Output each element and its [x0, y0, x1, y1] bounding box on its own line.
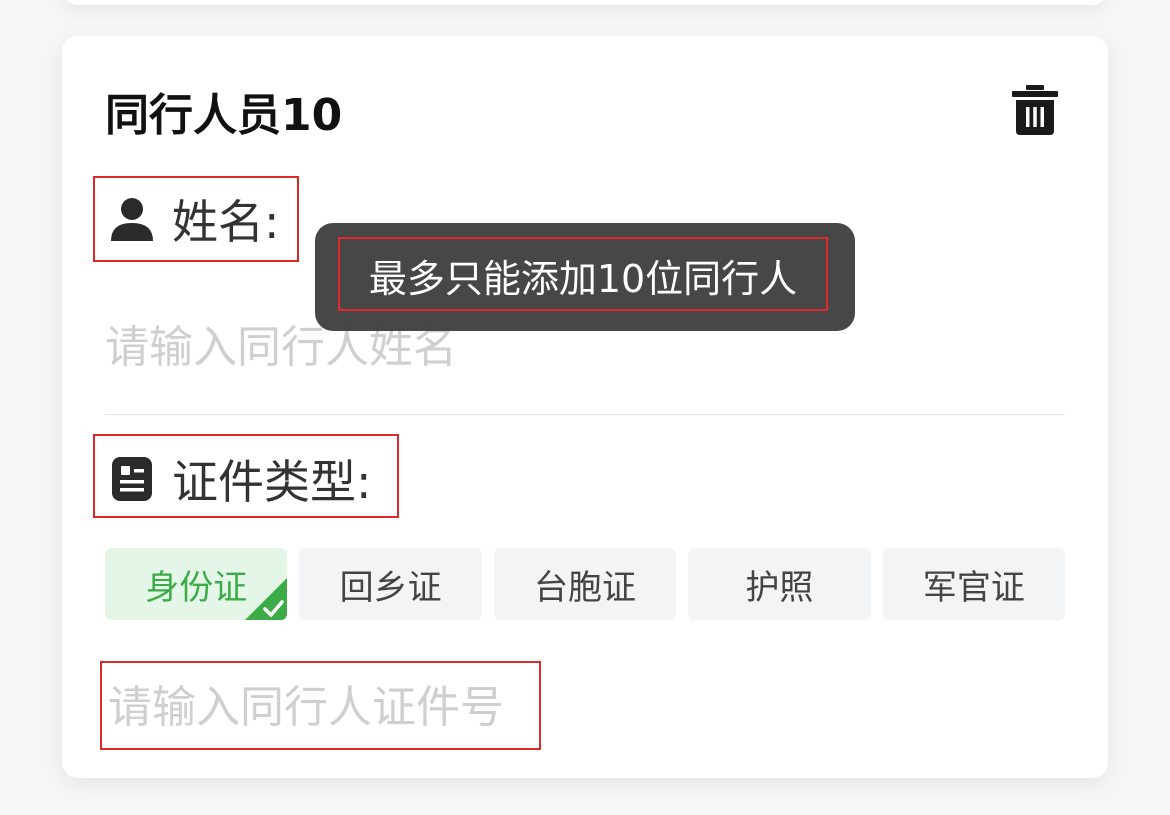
id-number-input[interactable] — [108, 676, 1058, 738]
id-type-label-text: 证件类型: — [172, 455, 372, 509]
toast-message: 最多只能添加10位同行人 — [368, 256, 798, 301]
person-icon — [108, 195, 156, 243]
id-type-option-label: 身份证 — [145, 567, 248, 608]
trash-icon[interactable] — [1012, 85, 1058, 135]
id-type-option-passport[interactable]: 护照 — [688, 548, 871, 620]
id-type-option-id-card[interactable]: 身份证 — [105, 548, 288, 620]
id-type-option-officer-card[interactable]: 军官证 — [882, 548, 1066, 620]
divider — [105, 414, 1065, 415]
id-type-option-label: 军官证 — [922, 567, 1025, 608]
previous-companion-card — [62, 0, 1108, 5]
id-type-option-label: 回乡证 — [339, 567, 442, 608]
check-corner-icon — [245, 578, 288, 620]
id-type-label: 证件类型: — [108, 448, 372, 510]
id-type-option-label: 台胞证 — [534, 567, 637, 608]
companion-title: 同行人员10 — [105, 90, 343, 141]
id-type-option-label: 护照 — [745, 567, 814, 608]
id-type-option-taiwan-compatriot-permit[interactable]: 台胞证 — [493, 548, 677, 620]
id-type-options: 身份证 回乡证 台胞证 护照 军官证 — [105, 548, 1066, 620]
name-label-text: 姓名: — [172, 195, 280, 249]
id-card-icon — [108, 455, 156, 503]
name-label: 姓名: — [108, 188, 280, 250]
id-type-option-home-return-permit[interactable]: 回乡证 — [299, 548, 482, 620]
